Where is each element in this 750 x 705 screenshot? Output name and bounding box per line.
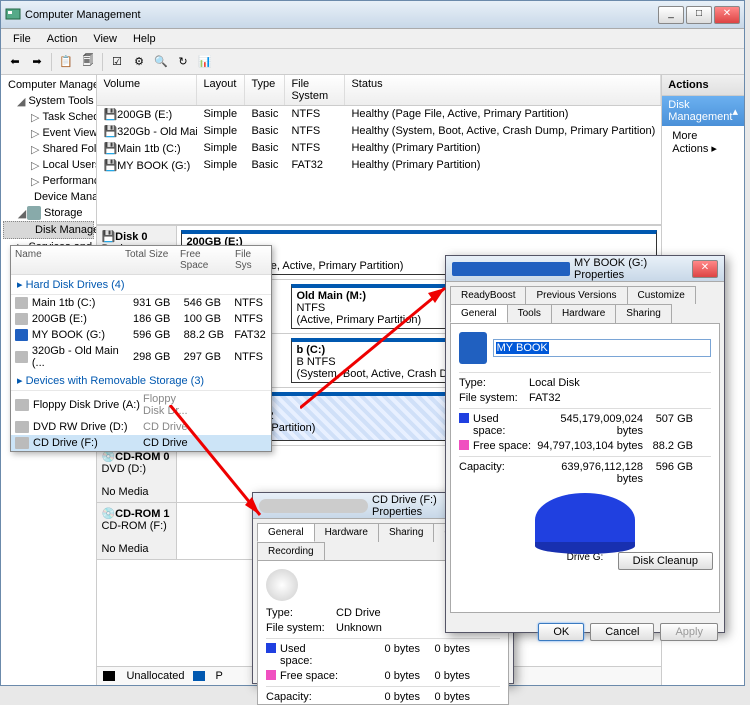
forward-button[interactable]: ➡ (27, 52, 47, 72)
drives-group-removable[interactable]: ▸ Devices with Removable Storage (3) (11, 371, 271, 391)
tree-item[interactable]: Device Manager (3, 189, 94, 205)
drive-row[interactable]: 320Gb - Old Main (...298 GB297 GBNTFS (11, 343, 271, 371)
drive-row[interactable]: MY BOOK (G:)596 GB88.2 GBFAT32 (11, 327, 271, 343)
tab-prevversions[interactable]: Previous Versions (525, 286, 627, 304)
tab-hardware[interactable]: Hardware (551, 304, 616, 323)
maximize-button[interactable]: □ (686, 6, 712, 24)
tree-item[interactable]: ▷Shared Folders (3, 141, 94, 157)
drive-icon (452, 262, 570, 276)
tree-root[interactable]: Computer Management (Local (3, 77, 94, 93)
disk-cleanup-button[interactable]: Disk Cleanup (618, 552, 713, 570)
menubar: File Action View Help (1, 29, 744, 49)
usage-pie-chart (535, 493, 635, 548)
volume-list[interactable]: Volume Layout Type File System Status 💾2… (97, 75, 661, 225)
close-button[interactable]: ✕ (692, 260, 718, 278)
tab-tools[interactable]: Tools (507, 304, 552, 323)
window-title: Computer Management (25, 9, 658, 21)
free-swatch (266, 670, 276, 680)
tree-storage[interactable]: ◢Storage (3, 205, 94, 221)
tab-general[interactable]: General (257, 523, 315, 542)
tree-disk-management[interactable]: Disk Management (3, 221, 94, 239)
tool-icon[interactable]: 🗐 (78, 52, 98, 72)
tool-icon[interactable]: 🔍 (151, 52, 171, 72)
mybook-properties-dialog[interactable]: MY BOOK (G:) Properties ✕ ReadyBoost Pre… (445, 255, 725, 633)
tab-sharing[interactable]: Sharing (615, 304, 671, 323)
volume-header[interactable]: Volume Layout Type File System Status (97, 75, 661, 106)
volume-row[interactable]: 💾320Gb - Old Main ...SimpleBasicNTFSHeal… (97, 123, 661, 140)
tree-item[interactable]: ▷Task Scheduler (3, 109, 94, 125)
menu-view[interactable]: View (85, 31, 125, 47)
drive-row-selected[interactable]: CD Drive (F:)CD Drive (11, 435, 271, 451)
drive-row[interactable]: 200GB (E:)186 GB100 GBNTFS (11, 311, 271, 327)
menu-action[interactable]: Action (39, 31, 86, 47)
tab-sharing[interactable]: Sharing (378, 523, 434, 542)
volume-row[interactable]: 💾200GB (E:)SimpleBasicNTFSHealthy (Page … (97, 106, 661, 123)
drives-header[interactable]: Name Total Size Free Space File Sys (11, 246, 271, 275)
col-status[interactable]: Status (345, 75, 661, 105)
ok-button[interactable]: OK (538, 623, 584, 641)
minimize-button[interactable]: _ (658, 6, 684, 24)
drives-explorer-popup[interactable]: Name Total Size Free Space File Sys ▸ Ha… (10, 245, 272, 452)
close-button[interactable]: ✕ (714, 6, 740, 24)
actions-header: Actions (662, 75, 744, 96)
dialog-titlebar[interactable]: MY BOOK (G:) Properties ✕ (446, 256, 724, 282)
refresh-icon[interactable]: ↻ (173, 52, 193, 72)
volume-name-input[interactable]: MY BOOK (493, 339, 711, 357)
drive-row[interactable]: Floppy Disk Drive (A:)Floppy Disk Dr... (11, 391, 271, 419)
back-button[interactable]: ⬅ (5, 52, 25, 72)
drive-row[interactable]: DVD RW Drive (D:)CD Drive (11, 419, 271, 435)
toolbar: ⬅ ➡ 📋 🗐 ☑ ⚙ 🔍 ↻ 📊 (1, 49, 744, 75)
app-icon (5, 7, 21, 23)
drives-group-hdd[interactable]: ▸ Hard Disk Drives (4) (11, 275, 271, 295)
tab-customize[interactable]: Customize (627, 286, 696, 304)
cd-icon (259, 499, 368, 513)
menu-help[interactable]: Help (125, 31, 164, 47)
menu-file[interactable]: File (5, 31, 39, 47)
used-swatch (459, 413, 469, 423)
drive-row[interactable]: Main 1tb (C:)931 GB546 GBNTFS (11, 295, 271, 311)
tree-item[interactable]: ▷Local Users and Groups (3, 157, 94, 173)
tool-icon[interactable]: 📋 (56, 52, 76, 72)
free-swatch (459, 440, 469, 450)
tool-icon[interactable]: 📊 (195, 52, 215, 72)
tree-item[interactable]: ▷Performance (3, 173, 94, 189)
chevron-up-icon: ▴ (732, 105, 738, 118)
drive-icon (459, 332, 487, 364)
col-layout[interactable]: Layout (197, 75, 245, 105)
used-swatch (266, 643, 276, 653)
actions-disk-mgmt[interactable]: Disk Management▴ (662, 96, 744, 126)
volume-row[interactable]: 💾Main 1tb (C:)SimpleBasicNTFSHealthy (Pr… (97, 140, 661, 157)
cancel-button[interactable]: Cancel (590, 623, 654, 641)
actions-more[interactable]: More Actions ▸ (662, 126, 744, 159)
tree-item[interactable]: ▷Event Viewer (3, 125, 94, 141)
tab-general[interactable]: General (450, 304, 508, 323)
tool-icon[interactable]: ⚙ (129, 52, 149, 72)
tab-readyboost[interactable]: ReadyBoost (450, 286, 526, 304)
apply-button[interactable]: Apply (660, 623, 718, 641)
tab-recording[interactable]: Recording (257, 542, 325, 560)
titlebar[interactable]: Computer Management _ □ ✕ (1, 1, 744, 29)
tree-system-tools[interactable]: ◢System Tools (3, 93, 94, 109)
volume-row[interactable]: 💾MY BOOK (G:)SimpleBasicFAT32Healthy (Pr… (97, 157, 661, 174)
col-type[interactable]: Type (245, 75, 285, 105)
col-fs[interactable]: File System (285, 75, 345, 105)
cd-icon (266, 569, 298, 601)
tool-icon[interactable]: ☑ (107, 52, 127, 72)
col-volume[interactable]: Volume (97, 75, 197, 105)
tab-hardware[interactable]: Hardware (314, 523, 379, 542)
